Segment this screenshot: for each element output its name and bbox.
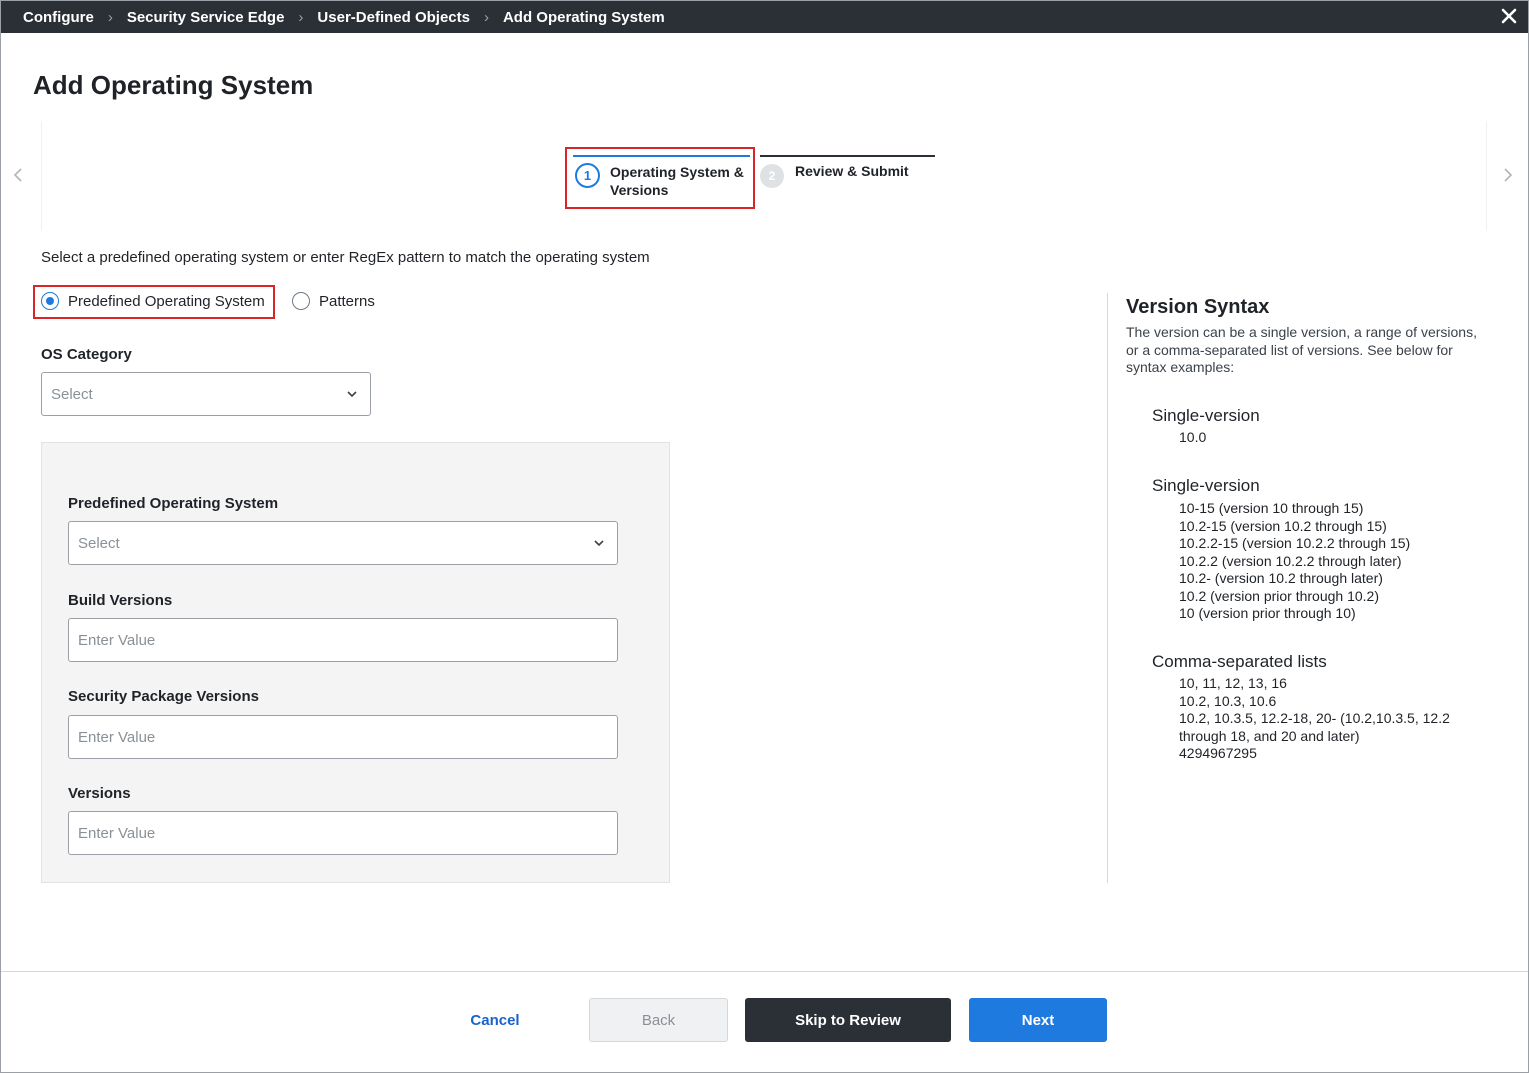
- chevron-left-icon: [13, 168, 22, 182]
- syntax-example: 10.2- (version 10.2 through later): [1179, 570, 1383, 586]
- radio-predefined-os[interactable]: [41, 292, 59, 310]
- security-package-versions-placeholder: Enter Value: [78, 728, 156, 746]
- syntax-example: 10.2 (version prior through 10.2): [1179, 587, 1379, 604]
- predefined-os-placeholder: Select: [78, 534, 120, 552]
- breadcrumb-bar: Configure › Security Service Edge › User…: [1, 1, 1528, 33]
- chevron-right-icon: ›: [298, 8, 304, 26]
- step-1-progress-line: [573, 155, 750, 157]
- footer-divider: [1, 971, 1528, 972]
- radio-predefined-os-label[interactable]: Predefined Operating System: [68, 293, 265, 310]
- breadcrumb-item-security-service-edge[interactable]: Security Service Edge: [127, 9, 285, 26]
- syntax-example: 10.0: [1179, 429, 1207, 445]
- build-versions-input[interactable]: Enter Value: [68, 618, 618, 662]
- syntax-example: 10-15 (version 10 through 15): [1179, 500, 1364, 516]
- syntax-example: 10.2.2 (version 10.2.2 through later): [1179, 552, 1402, 569]
- build-versions-label: Build Versions: [68, 592, 173, 609]
- step-2-label[interactable]: Review & Submit: [795, 163, 909, 179]
- os-category-placeholder: Select: [51, 385, 93, 403]
- syntax-heading-version-ranges: Single-version: [1152, 476, 1260, 495]
- chevron-down-icon: [347, 391, 357, 398]
- radio-patterns-label[interactable]: Patterns: [319, 293, 375, 310]
- security-package-versions-label: Security Package Versions: [68, 688, 259, 705]
- syntax-example: 10.2, 10.3.5, 12.2-18, 20- (10.2,10.3.5,…: [1179, 710, 1450, 726]
- chevron-right-icon: ›: [107, 8, 113, 26]
- step-2-progress-line: [760, 155, 935, 157]
- breadcrumb: Configure › Security Service Edge › User…: [1, 9, 665, 26]
- scroll-right-button[interactable]: [1500, 165, 1516, 185]
- syntax-example: 10.2-15 (version 10.2 through 15): [1179, 517, 1387, 534]
- breadcrumb-item-current: Add Operating System: [502, 8, 665, 26]
- breadcrumb-item-user-defined-objects[interactable]: User-Defined Objects: [317, 9, 470, 26]
- help-divider: [1107, 293, 1108, 883]
- syntax-example: 10 (version prior through 10): [1179, 605, 1356, 621]
- close-button[interactable]: [1498, 5, 1520, 27]
- close-icon: [1501, 8, 1517, 24]
- step-1-label[interactable]: Operating System & Versions: [610, 163, 750, 199]
- step-1-number[interactable]: 1: [575, 163, 600, 188]
- skip-to-review-button[interactable]: Skip to Review: [745, 998, 951, 1042]
- security-package-versions-input[interactable]: Enter Value: [68, 715, 618, 759]
- syntax-example: through 18, and 20 and later): [1179, 727, 1360, 744]
- syntax-example: 10.2.2-15 (version 10.2.2 through 15): [1179, 535, 1411, 551]
- syntax-example: 10.2, 10.3, 10.6: [1179, 692, 1277, 709]
- chevron-down-icon: [594, 540, 604, 547]
- syntax-example: 4294967295: [1179, 745, 1257, 761]
- predefined-os-label: Predefined Operating System: [68, 495, 279, 512]
- back-button[interactable]: Back: [589, 998, 728, 1042]
- syntax-heading-single-version: Single-version: [1152, 406, 1260, 425]
- radio-patterns[interactable]: [292, 292, 310, 310]
- syntax-heading-comma-lists: Comma-separated lists: [1152, 652, 1327, 671]
- step-2-number[interactable]: 2: [760, 164, 784, 188]
- versions-input[interactable]: Enter Value: [68, 811, 618, 855]
- chevron-right-icon: ›: [483, 8, 489, 26]
- page-title: Add Operating System: [33, 70, 314, 100]
- breadcrumb-item-configure[interactable]: Configure: [23, 9, 94, 26]
- scroll-left-button[interactable]: [10, 165, 26, 185]
- cancel-button[interactable]: Cancel: [445, 998, 545, 1042]
- predefined-os-select[interactable]: Select: [68, 521, 618, 565]
- instruction-text: Select a predefined operating system or …: [41, 249, 650, 266]
- build-versions-placeholder: Enter Value: [78, 631, 156, 649]
- versions-placeholder: Enter Value: [78, 824, 156, 842]
- version-syntax-title: Version Syntax: [1126, 296, 1270, 318]
- next-button[interactable]: Next: [969, 998, 1107, 1042]
- version-syntax-description: The version can be a single version, a r…: [1126, 324, 1477, 375]
- versions-label: Versions: [68, 785, 131, 802]
- chevron-right-icon: [1504, 168, 1513, 182]
- os-category-label: OS Category: [41, 346, 132, 363]
- syntax-example: 10, 11, 12, 13, 16: [1179, 675, 1287, 691]
- os-category-select[interactable]: Select: [41, 372, 371, 416]
